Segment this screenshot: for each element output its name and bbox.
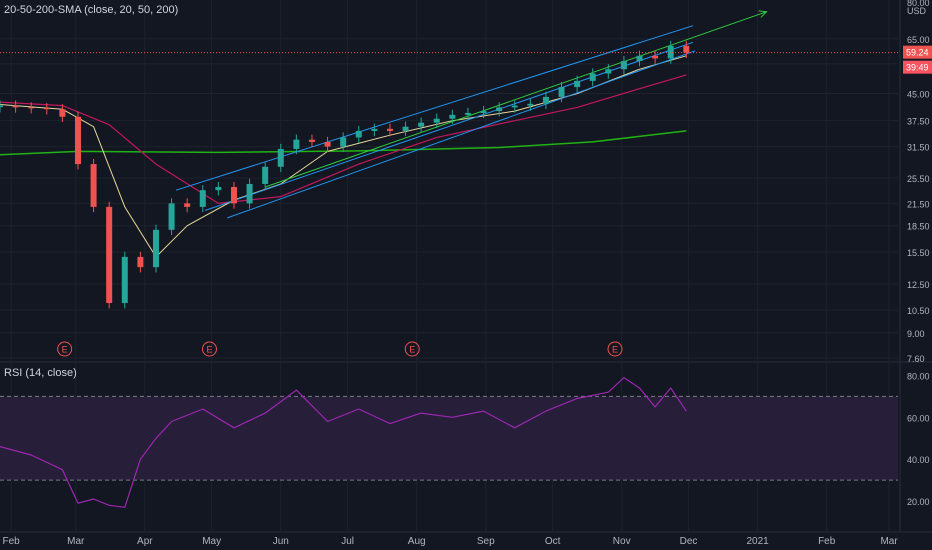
candle-body[interactable] bbox=[371, 128, 378, 131]
price-tick-label: 10.50 bbox=[907, 306, 930, 316]
candle-body[interactable] bbox=[184, 203, 191, 207]
candle-body[interactable] bbox=[246, 183, 253, 204]
price-tick-label: 45.00 bbox=[907, 90, 930, 100]
chart-canvas[interactable]: EEEE 65.0055.0045.0037.5031.5025.5021.50… bbox=[0, 0, 932, 550]
time-tick-label: 2021 bbox=[746, 536, 769, 547]
rsi-band-fill bbox=[0, 396, 898, 481]
candle-body[interactable] bbox=[418, 122, 425, 127]
time-tick-label: Mar bbox=[880, 536, 898, 547]
candle-body[interactable] bbox=[480, 111, 487, 113]
price-tick-label: 21.50 bbox=[907, 199, 930, 209]
candle-body[interactable] bbox=[215, 187, 222, 191]
rsi-tick-label: 20.00 bbox=[907, 497, 930, 507]
price-tick-label: 37.50 bbox=[907, 117, 930, 127]
candle-body[interactable] bbox=[262, 166, 269, 184]
time-tick-label: May bbox=[202, 536, 221, 547]
candle-body[interactable] bbox=[433, 118, 440, 123]
price-tick-label: 15.50 bbox=[907, 248, 930, 258]
candle-body[interactable] bbox=[620, 61, 627, 70]
candle-body[interactable] bbox=[199, 190, 206, 207]
candle-body[interactable] bbox=[106, 206, 113, 304]
candle-body[interactable] bbox=[558, 87, 565, 97]
candle-body[interactable] bbox=[59, 109, 66, 117]
time-tick-label: Mar bbox=[67, 536, 85, 547]
time-tick-label: Jun bbox=[273, 536, 289, 547]
candle-body[interactable] bbox=[121, 256, 128, 304]
candle-body[interactable] bbox=[340, 137, 347, 147]
price-tick-label: 18.50 bbox=[907, 222, 930, 232]
time-tick-label: Sep bbox=[477, 536, 495, 547]
candle-body[interactable] bbox=[527, 103, 534, 106]
earnings-marker-label: E bbox=[62, 345, 68, 355]
candle-body[interactable] bbox=[324, 141, 331, 147]
price-tick-label: 9.00 bbox=[907, 329, 925, 339]
candle-body[interactable] bbox=[683, 45, 690, 53]
candle-body[interactable] bbox=[636, 55, 643, 62]
candle-body[interactable] bbox=[386, 128, 393, 131]
candle-body[interactable] bbox=[652, 55, 659, 59]
candle-body[interactable] bbox=[464, 112, 471, 115]
candle-body[interactable] bbox=[277, 148, 284, 167]
rsi-indicator-label[interactable]: RSI (14, close) bbox=[4, 367, 77, 379]
time-tick-label: Jul bbox=[341, 536, 354, 547]
price-tick-label: 12.50 bbox=[907, 280, 930, 290]
currency-label: USD bbox=[907, 6, 927, 16]
candle-body[interactable] bbox=[12, 105, 19, 108]
candle-body[interactable] bbox=[0, 105, 3, 108]
time-tick-label: Apr bbox=[137, 536, 153, 547]
rsi-tick-label: 60.00 bbox=[907, 413, 930, 423]
time-tick-label: Aug bbox=[408, 536, 426, 547]
candle-body[interactable] bbox=[90, 164, 97, 207]
candle-body[interactable] bbox=[402, 126, 409, 131]
price-tick-label: 7.60 bbox=[907, 354, 925, 364]
candle-body[interactable] bbox=[308, 139, 315, 142]
price-tick-label: 25.50 bbox=[907, 174, 930, 184]
time-tick-label: Oct bbox=[545, 536, 561, 547]
price-indicator-label[interactable]: 20-50-200-SMA (close, 20, 50, 200) bbox=[4, 4, 178, 16]
last-price-value: 59.24 bbox=[906, 48, 929, 58]
candle-body[interactable] bbox=[355, 130, 362, 138]
time-tick-label: Dec bbox=[680, 536, 698, 547]
earnings-marker-label: E bbox=[409, 345, 415, 355]
earnings-marker-label: E bbox=[206, 345, 212, 355]
time-tick-label: Feb bbox=[818, 536, 836, 547]
candle-body[interactable] bbox=[168, 203, 175, 230]
candle-body[interactable] bbox=[496, 107, 503, 112]
candle-body[interactable] bbox=[574, 80, 581, 88]
price-tick-label: 31.50 bbox=[907, 143, 930, 153]
rsi-tick-label: 80.00 bbox=[907, 371, 930, 381]
time-tick-label: Nov bbox=[613, 536, 631, 547]
candle-body[interactable] bbox=[589, 73, 596, 81]
rsi-tick-label: 40.00 bbox=[907, 455, 930, 465]
candle-body[interactable] bbox=[152, 229, 159, 268]
price-tick-label: 65.00 bbox=[907, 35, 930, 45]
candle-body[interactable] bbox=[449, 114, 456, 119]
candle-body[interactable] bbox=[137, 256, 144, 268]
time-tick-label: Feb bbox=[3, 536, 21, 547]
candle-body[interactable] bbox=[542, 96, 549, 104]
candle-body[interactable] bbox=[28, 107, 35, 109]
candle-body[interactable] bbox=[667, 45, 674, 59]
earnings-marker-label: E bbox=[612, 345, 618, 355]
candle-body[interactable] bbox=[511, 105, 518, 108]
candle-body[interactable] bbox=[74, 116, 81, 165]
candle-body[interactable] bbox=[605, 69, 612, 74]
countdown-value: 39:49 bbox=[906, 63, 929, 73]
candle-body[interactable] bbox=[230, 187, 237, 204]
candle-body[interactable] bbox=[43, 108, 50, 110]
candle-body[interactable] bbox=[293, 139, 300, 149]
